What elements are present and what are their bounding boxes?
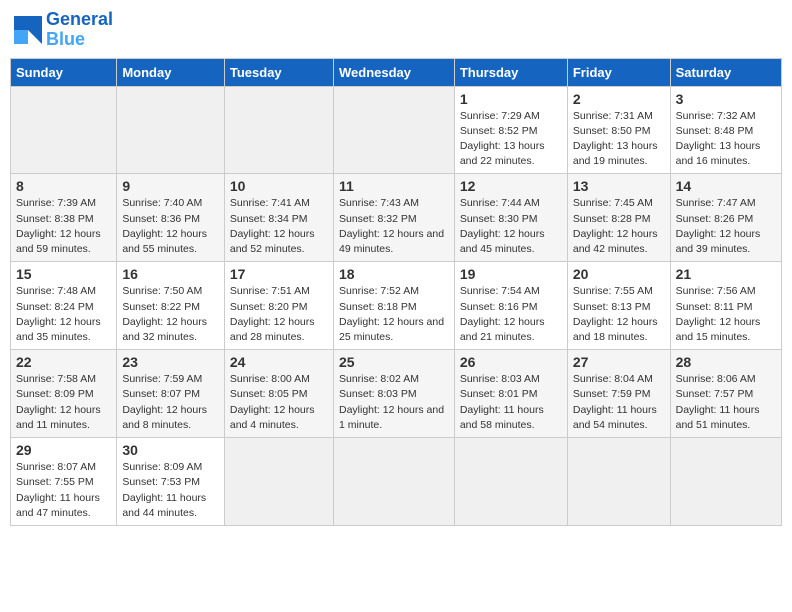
calendar-cell: 18 Sunrise: 7:52 AMSunset: 8:18 PMDayligh… [333, 262, 454, 350]
calendar-cell [224, 86, 333, 174]
day-info: Sunrise: 8:03 AMSunset: 8:01 PMDaylight:… [460, 372, 562, 433]
day-info: Sunrise: 7:45 AMSunset: 8:28 PMDaylight:… [573, 196, 665, 257]
calendar-cell: 19 Sunrise: 7:54 AMSunset: 8:16 PMDayligh… [454, 262, 567, 350]
day-number: 20 [573, 266, 665, 282]
calendar-cell: 25 Sunrise: 8:02 AMSunset: 8:03 PMDayligh… [333, 350, 454, 438]
calendar-cell [333, 86, 454, 174]
calendar-cell [224, 438, 333, 526]
day-info: Sunrise: 8:04 AMSunset: 7:59 PMDaylight:… [573, 372, 665, 433]
day-info: Sunrise: 7:52 AMSunset: 8:18 PMDaylight:… [339, 284, 449, 345]
page-header: GeneralBlue [10, 10, 782, 50]
calendar-cell: 8 Sunrise: 7:39 AMSunset: 8:38 PMDaylight… [11, 174, 117, 262]
col-header-tuesday: Tuesday [224, 58, 333, 86]
col-header-monday: Monday [117, 58, 225, 86]
day-info: Sunrise: 8:06 AMSunset: 7:57 PMDaylight:… [676, 372, 776, 433]
calendar-cell: 16 Sunrise: 7:50 AMSunset: 8:22 PMDayligh… [117, 262, 225, 350]
logo-icon [14, 16, 42, 44]
day-info: Sunrise: 7:54 AMSunset: 8:16 PMDaylight:… [460, 284, 562, 345]
calendar-cell: 20 Sunrise: 7:55 AMSunset: 8:13 PMDayligh… [567, 262, 670, 350]
day-info: Sunrise: 7:56 AMSunset: 8:11 PMDaylight:… [676, 284, 776, 345]
calendar-cell [11, 86, 117, 174]
day-number: 11 [339, 178, 449, 194]
calendar-cell: 2 Sunrise: 7:31 AMSunset: 8:50 PMDaylight… [567, 86, 670, 174]
day-info: Sunrise: 7:39 AMSunset: 8:38 PMDaylight:… [16, 196, 111, 257]
day-info: Sunrise: 7:29 AMSunset: 8:52 PMDaylight:… [460, 109, 562, 170]
day-number: 23 [122, 354, 219, 370]
calendar-cell: 23 Sunrise: 7:59 AMSunset: 8:07 PMDayligh… [117, 350, 225, 438]
day-number: 9 [122, 178, 219, 194]
day-number: 30 [122, 442, 219, 458]
day-number: 2 [573, 91, 665, 107]
day-number: 15 [16, 266, 111, 282]
day-info: Sunrise: 8:09 AMSunset: 7:53 PMDaylight:… [122, 460, 219, 521]
day-info: Sunrise: 8:07 AMSunset: 7:55 PMDaylight:… [16, 460, 111, 521]
day-info: Sunrise: 8:02 AMSunset: 8:03 PMDaylight:… [339, 372, 449, 433]
calendar-cell: 13 Sunrise: 7:45 AMSunset: 8:28 PMDayligh… [567, 174, 670, 262]
calendar-cell: 1 Sunrise: 7:29 AMSunset: 8:52 PMDaylight… [454, 86, 567, 174]
calendar-cell: 21 Sunrise: 7:56 AMSunset: 8:11 PMDayligh… [670, 262, 781, 350]
day-info: Sunrise: 7:58 AMSunset: 8:09 PMDaylight:… [16, 372, 111, 433]
col-header-wednesday: Wednesday [333, 58, 454, 86]
day-number: 18 [339, 266, 449, 282]
day-number: 17 [230, 266, 328, 282]
calendar-cell: 29 Sunrise: 8:07 AMSunset: 7:55 PMDayligh… [11, 438, 117, 526]
day-number: 27 [573, 354, 665, 370]
calendar-cell: 11 Sunrise: 7:43 AMSunset: 8:32 PMDayligh… [333, 174, 454, 262]
logo-text: GeneralBlue [46, 10, 113, 50]
day-info: Sunrise: 7:48 AMSunset: 8:24 PMDaylight:… [16, 284, 111, 345]
calendar-table: SundayMondayTuesdayWednesdayThursdayFrid… [10, 58, 782, 526]
calendar-cell: 27 Sunrise: 8:04 AMSunset: 7:59 PMDayligh… [567, 350, 670, 438]
day-number: 25 [339, 354, 449, 370]
day-number: 22 [16, 354, 111, 370]
day-number: 1 [460, 91, 562, 107]
calendar-cell [567, 438, 670, 526]
day-info: Sunrise: 7:43 AMSunset: 8:32 PMDaylight:… [339, 196, 449, 257]
calendar-cell: 26 Sunrise: 8:03 AMSunset: 8:01 PMDayligh… [454, 350, 567, 438]
day-number: 12 [460, 178, 562, 194]
day-number: 28 [676, 354, 776, 370]
day-number: 16 [122, 266, 219, 282]
calendar-cell: 22 Sunrise: 7:58 AMSunset: 8:09 PMDayligh… [11, 350, 117, 438]
col-header-thursday: Thursday [454, 58, 567, 86]
day-number: 8 [16, 178, 111, 194]
col-header-saturday: Saturday [670, 58, 781, 86]
calendar-cell: 15 Sunrise: 7:48 AMSunset: 8:24 PMDayligh… [11, 262, 117, 350]
day-number: 10 [230, 178, 328, 194]
day-info: Sunrise: 7:44 AMSunset: 8:30 PMDaylight:… [460, 196, 562, 257]
day-number: 21 [676, 266, 776, 282]
day-info: Sunrise: 7:31 AMSunset: 8:50 PMDaylight:… [573, 109, 665, 170]
day-number: 26 [460, 354, 562, 370]
calendar-cell: 10 Sunrise: 7:41 AMSunset: 8:34 PMDayligh… [224, 174, 333, 262]
calendar-cell: 24 Sunrise: 8:00 AMSunset: 8:05 PMDayligh… [224, 350, 333, 438]
calendar-cell: 3 Sunrise: 7:32 AMSunset: 8:48 PMDaylight… [670, 86, 781, 174]
day-info: Sunrise: 7:32 AMSunset: 8:48 PMDaylight:… [676, 109, 776, 170]
day-info: Sunrise: 7:40 AMSunset: 8:36 PMDaylight:… [122, 196, 219, 257]
day-info: Sunrise: 7:41 AMSunset: 8:34 PMDaylight:… [230, 196, 328, 257]
logo: GeneralBlue [14, 10, 113, 50]
day-number: 19 [460, 266, 562, 282]
col-header-friday: Friday [567, 58, 670, 86]
day-info: Sunrise: 8:00 AMSunset: 8:05 PMDaylight:… [230, 372, 328, 433]
day-info: Sunrise: 7:50 AMSunset: 8:22 PMDaylight:… [122, 284, 219, 345]
day-number: 14 [676, 178, 776, 194]
calendar-cell: 17 Sunrise: 7:51 AMSunset: 8:20 PMDayligh… [224, 262, 333, 350]
day-info: Sunrise: 7:47 AMSunset: 8:26 PMDaylight:… [676, 196, 776, 257]
calendar-cell: 12 Sunrise: 7:44 AMSunset: 8:30 PMDayligh… [454, 174, 567, 262]
day-number: 13 [573, 178, 665, 194]
day-number: 24 [230, 354, 328, 370]
calendar-cell: 14 Sunrise: 7:47 AMSunset: 8:26 PMDayligh… [670, 174, 781, 262]
calendar-cell [117, 86, 225, 174]
day-info: Sunrise: 7:55 AMSunset: 8:13 PMDaylight:… [573, 284, 665, 345]
day-info: Sunrise: 7:51 AMSunset: 8:20 PMDaylight:… [230, 284, 328, 345]
day-info: Sunrise: 7:59 AMSunset: 8:07 PMDaylight:… [122, 372, 219, 433]
calendar-cell: 30 Sunrise: 8:09 AMSunset: 7:53 PMDayligh… [117, 438, 225, 526]
day-number: 3 [676, 91, 776, 107]
col-header-sunday: Sunday [11, 58, 117, 86]
day-number: 29 [16, 442, 111, 458]
calendar-cell: 28 Sunrise: 8:06 AMSunset: 7:57 PMDayligh… [670, 350, 781, 438]
calendar-cell: 9 Sunrise: 7:40 AMSunset: 8:36 PMDaylight… [117, 174, 225, 262]
calendar-cell [670, 438, 781, 526]
calendar-cell [454, 438, 567, 526]
calendar-cell [333, 438, 454, 526]
